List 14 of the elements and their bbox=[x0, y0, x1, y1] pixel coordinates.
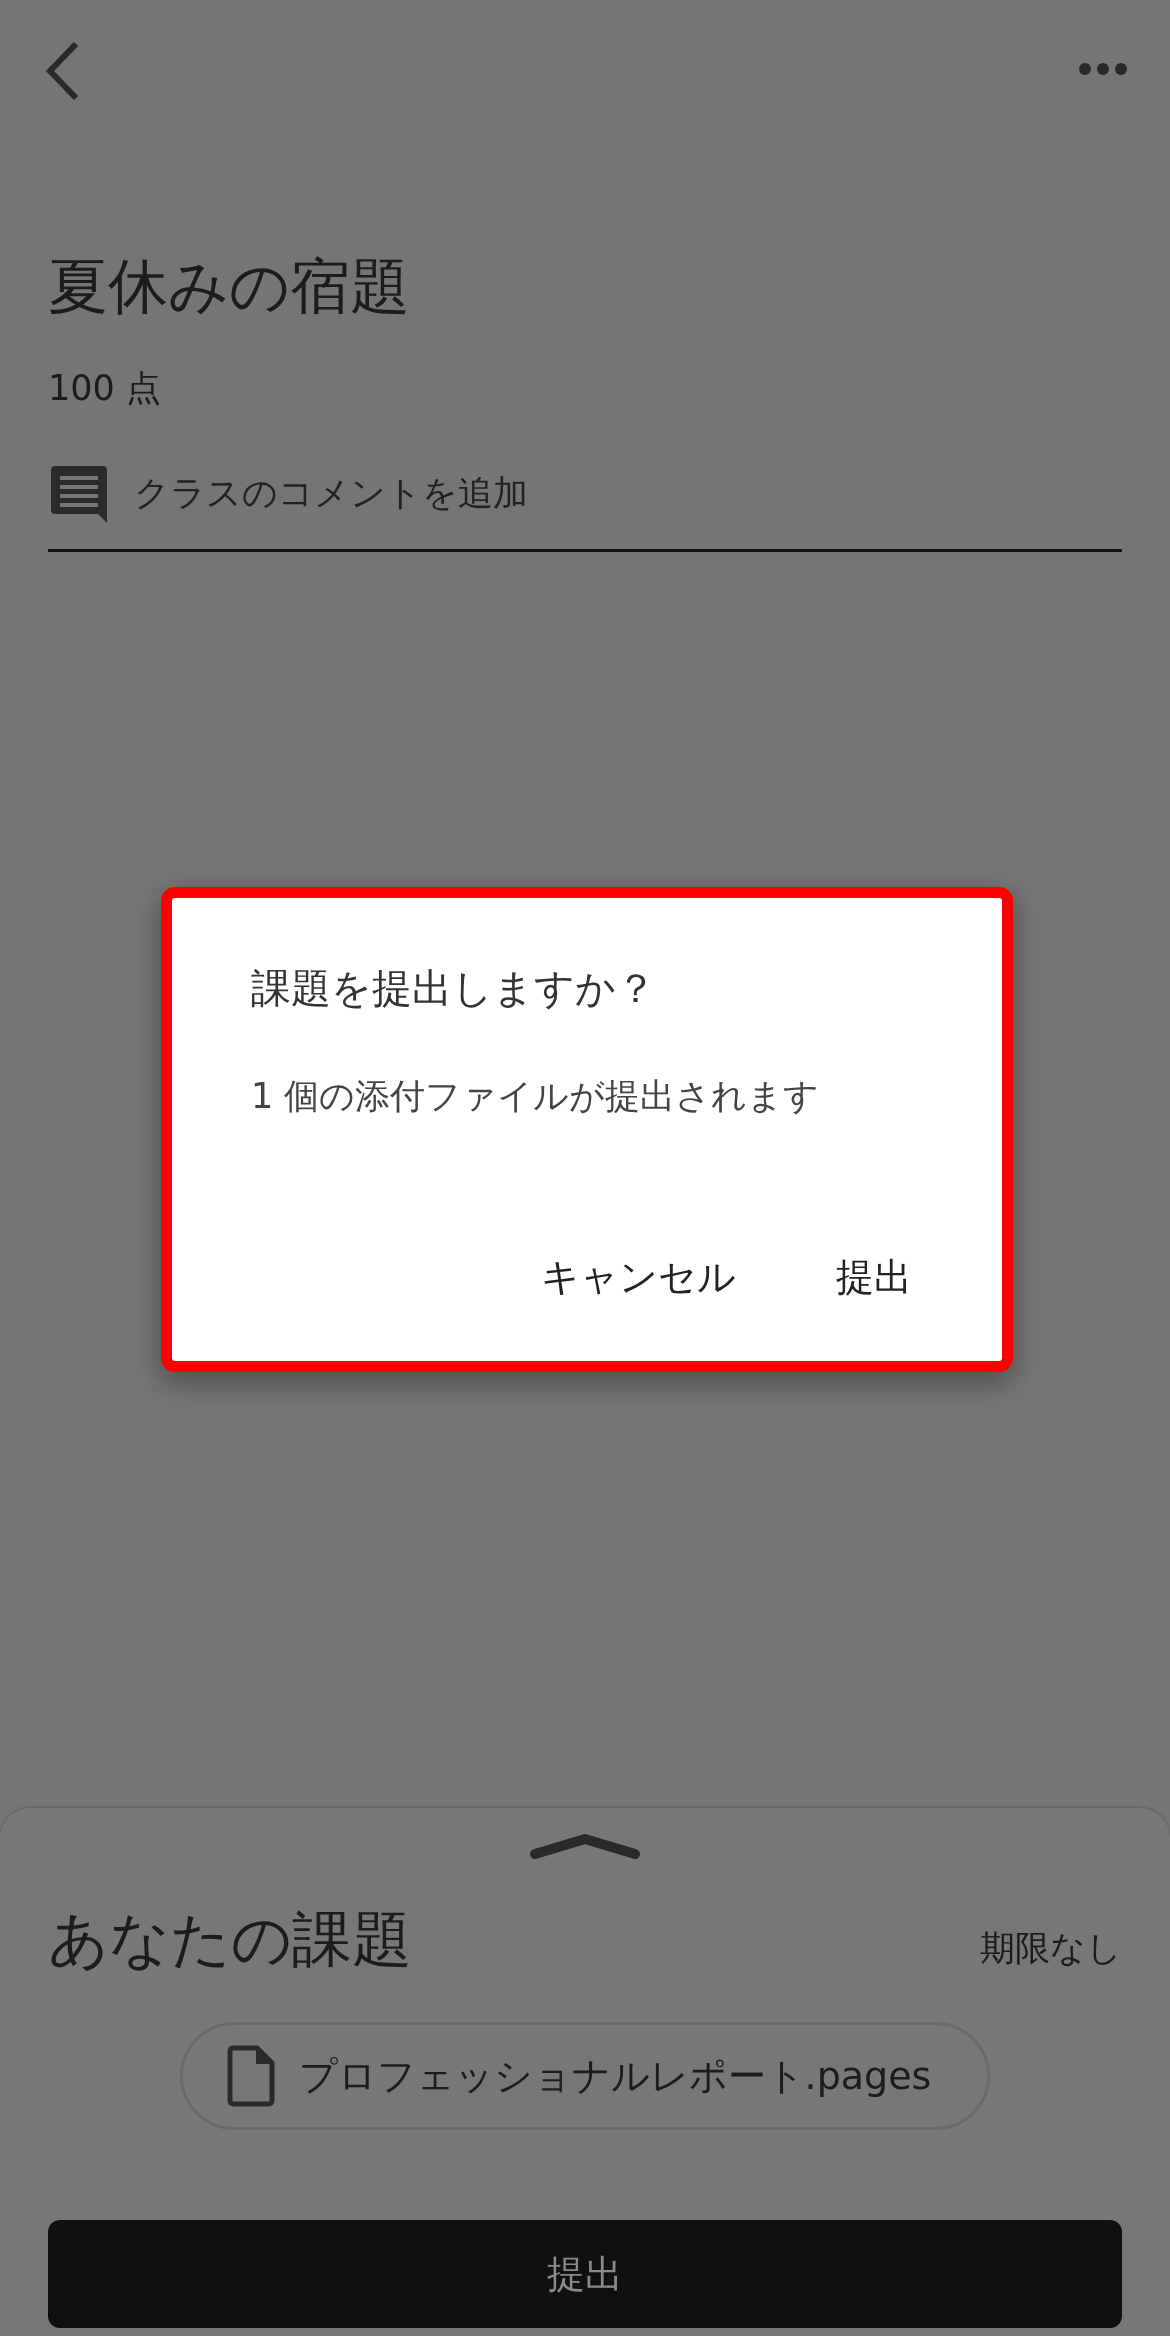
file-icon bbox=[226, 2045, 275, 2107]
more-icon[interactable] bbox=[1078, 62, 1128, 76]
attachment-chip[interactable]: プロフェッショナルレポート.pages bbox=[179, 2022, 991, 2130]
dialog-button[interactable]: 提出 bbox=[826, 1242, 922, 1312]
submit-button[interactable]: 提出 bbox=[48, 2220, 1122, 2328]
points-text: 100 点 bbox=[48, 367, 162, 410]
dialog-button[interactable]: キャンセル bbox=[531, 1242, 746, 1312]
assignment-title: 夏休みの宿題 bbox=[48, 250, 411, 322]
comment-field[interactable]: クラスのコメントを追加 bbox=[134, 467, 528, 520]
due-text: 期限なし bbox=[980, 1926, 1122, 1970]
dialog-message: 1 個の添付ファイルが提出されます bbox=[251, 1075, 821, 1118]
dialog-title: 課題を提出しますか？ bbox=[251, 964, 657, 1013]
chevron-up-icon[interactable] bbox=[529, 1832, 641, 1860]
section-title: あなたの課題 bbox=[48, 1903, 412, 1976]
